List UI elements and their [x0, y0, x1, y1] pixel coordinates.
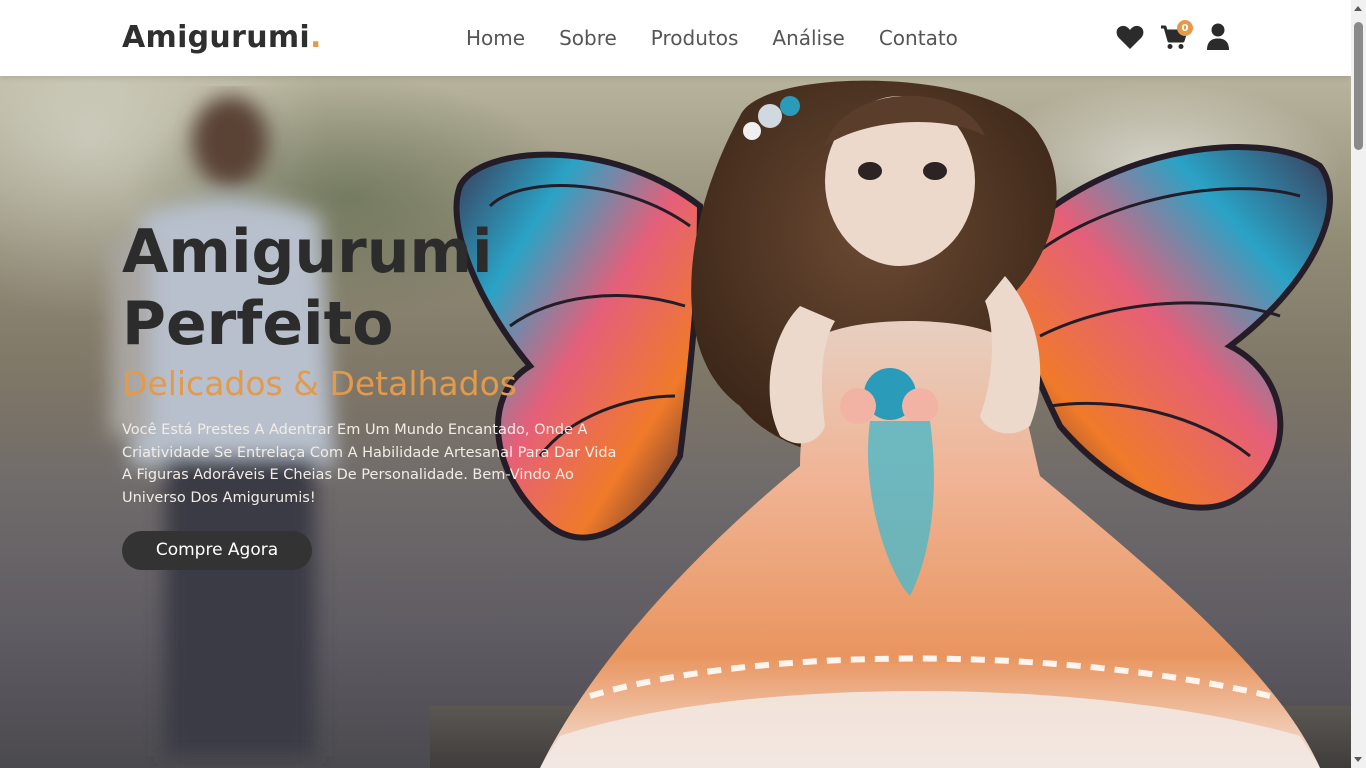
hero-subtitle: Delicados & Detalhados: [122, 364, 517, 403]
hero-section: Amigurumi Perfeito Delicados & Detalhado…: [0, 76, 1351, 768]
favorites-button[interactable]: [1115, 22, 1145, 52]
hero-text-block: Amigurumi Perfeito Delicados & Detalhado…: [122, 216, 642, 570]
scroll-thumb[interactable]: [1354, 22, 1363, 150]
cart-count-badge: 0: [1177, 20, 1193, 36]
scroll-down-arrow-icon[interactable]: [1354, 757, 1362, 762]
header-icons: 0: [1115, 20, 1233, 52]
site-header: Amigurumi. Home Sobre Produtos Análise C…: [0, 0, 1351, 76]
main-nav: Home Sobre Produtos Análise Contato: [466, 26, 992, 50]
hero-description: Você Está Prestes A Adentrar Em Um Mundo…: [122, 422, 617, 506]
nav-item-analise[interactable]: Análise: [772, 26, 844, 50]
page: Amigurumi. Home Sobre Produtos Análise C…: [0, 0, 1366, 768]
nav-item-contato[interactable]: Contato: [879, 26, 958, 50]
nav-item-sobre[interactable]: Sobre: [559, 26, 617, 50]
scroll-up-arrow-icon[interactable]: [1354, 6, 1362, 11]
logo-text: Amigurumi: [122, 20, 310, 55]
hero-title: Amigurumi Perfeito: [122, 217, 493, 359]
nav-item-produtos[interactable]: Produtos: [651, 26, 739, 50]
page-scrollbar[interactable]: [1351, 0, 1366, 768]
shop-now-button[interactable]: Compre Agora: [122, 531, 312, 570]
account-button[interactable]: [1203, 22, 1233, 52]
user-icon: [1207, 23, 1229, 50]
site-logo[interactable]: Amigurumi.: [122, 20, 322, 55]
cart-button[interactable]: 0: [1159, 20, 1193, 52]
heart-icon: [1116, 25, 1144, 49]
logo-dot: .: [310, 20, 322, 55]
nav-item-home[interactable]: Home: [466, 26, 525, 50]
